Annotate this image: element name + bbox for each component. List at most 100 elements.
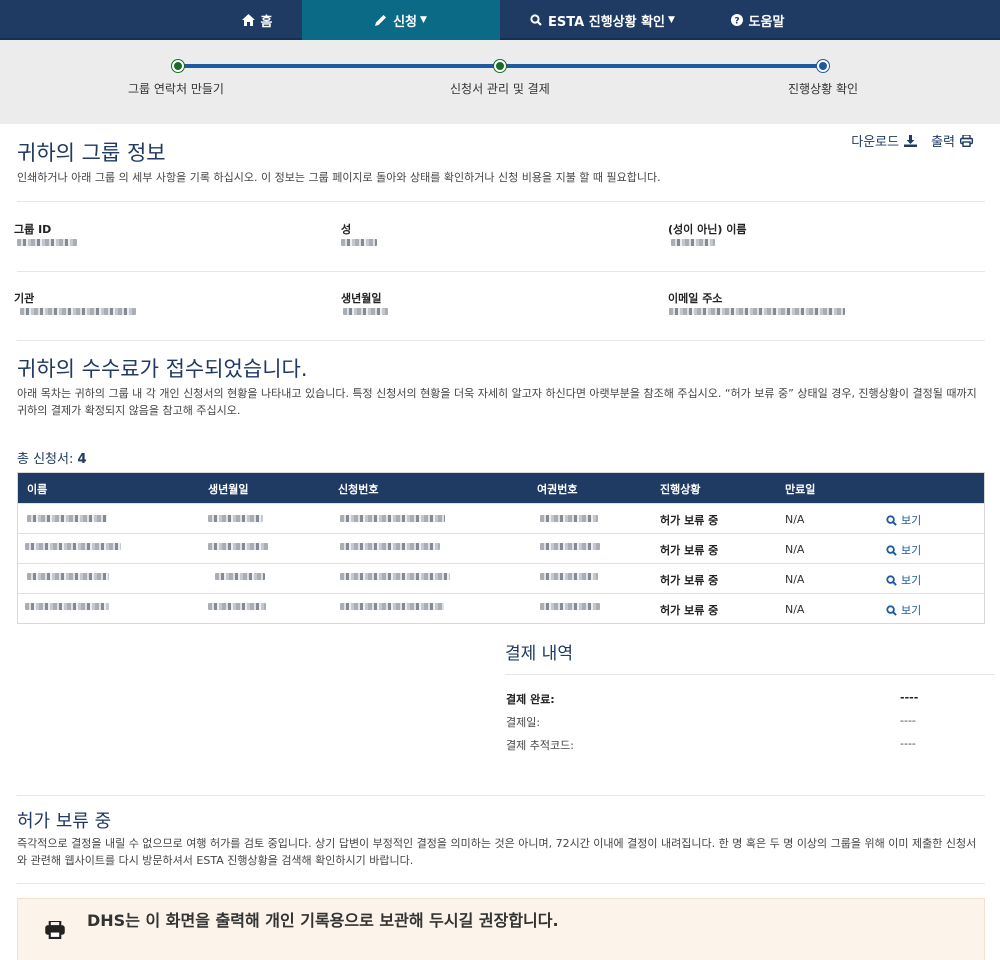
chevron-down-icon: ▼ <box>668 15 675 25</box>
pending-description: 즉각적으로 결정을 내릴 수 없으므로 여행 허가를 검토 중입니다. 상기 답… <box>17 837 977 867</box>
column-name: 이름 <box>27 483 48 496</box>
step-1-label: 그룹 연락처 만들기 <box>128 82 224 96</box>
chevron-down-icon: ▼ <box>420 15 427 25</box>
birth-date-redacted <box>208 603 266 610</box>
total-applications: 총 신청서: 4 <box>17 448 87 467</box>
name-redacted <box>25 603 109 610</box>
divider <box>17 201 985 202</box>
step-2-dot <box>494 60 506 72</box>
view-label: 보기 <box>901 604 922 617</box>
divider <box>17 795 985 796</box>
passport-number-redacted <box>540 573 598 580</box>
organization-value-redacted <box>20 308 136 315</box>
notice-text: DHS는 이 화면을 출력해 개인 기록용으로 보관해 두시길 권장합니다. <box>87 911 559 930</box>
group-info-title: 귀하의 그룹 정보 <box>17 141 166 165</box>
payment-tracking-value: ---- <box>900 737 916 750</box>
column-expiry: 만료일 <box>785 483 816 496</box>
payment-completed-value: ---- <box>900 691 919 704</box>
table-row: 허가 보류 중 N/A 보기 <box>18 503 984 533</box>
printer-icon <box>45 921 65 939</box>
nav-home[interactable]: 홈 <box>212 0 302 40</box>
search-icon <box>886 514 897 526</box>
payment-title: 결제 내역 <box>505 644 573 664</box>
divider <box>17 271 985 272</box>
view-label: 보기 <box>901 544 922 557</box>
printer-icon <box>960 134 973 147</box>
group-id-value-redacted <box>17 239 77 246</box>
step-1-dot <box>172 60 184 72</box>
nav-help[interactable]: ? 도움말 <box>710 0 805 40</box>
application-number-redacted <box>340 543 440 550</box>
birth-date-label: 생년월일 <box>341 292 382 305</box>
view-label: 보기 <box>901 574 922 587</box>
column-birth-date: 생년월일 <box>208 483 249 496</box>
column-application-number: 신청번호 <box>338 483 379 496</box>
payment-date-value: ---- <box>900 714 916 727</box>
passport-number-redacted <box>540 515 598 522</box>
total-count: 4 <box>77 452 87 467</box>
organization-label: 기관 <box>14 292 35 305</box>
expiry-value: N/A <box>785 573 805 586</box>
search-icon <box>886 574 897 586</box>
column-passport-number: 여권번호 <box>537 483 578 496</box>
view-link[interactable]: 보기 <box>886 602 921 618</box>
table-row: 허가 보류 중 N/A 보기 <box>18 563 984 593</box>
given-name-value-redacted <box>671 239 715 246</box>
download-link[interactable]: 다운로드 <box>851 131 918 150</box>
svg-text:?: ? <box>734 17 739 27</box>
progress-tracker: 그룹 연락처 만들기 신청서 관리 및 결제 진행상황 확인 <box>0 40 1000 124</box>
pencil-icon <box>375 15 387 26</box>
step-2-label: 신청서 관리 및 결제 <box>450 82 550 96</box>
fee-received-title: 귀하의 수수료가 접수되었습니다. <box>17 357 308 381</box>
search-icon <box>886 604 897 616</box>
status-badge: 허가 보류 중 <box>660 544 719 557</box>
birth-date-redacted <box>208 515 263 522</box>
step-3-dot <box>817 60 829 72</box>
payment-date-label: 결제일: <box>506 716 541 729</box>
email-label: 이메일 주소 <box>668 292 723 305</box>
birth-date-redacted <box>208 543 268 550</box>
divider <box>17 883 985 884</box>
view-link[interactable]: 보기 <box>886 542 921 558</box>
nav-check-status-label: ESTA 진행상황 확인 <box>548 14 666 30</box>
expiry-value: N/A <box>785 513 805 526</box>
search-icon <box>886 544 897 556</box>
table-header: 이름 생년월일 신청번호 여권번호 진행상황 만료일 <box>18 473 984 503</box>
divider <box>17 340 985 341</box>
print-link[interactable]: 출력 <box>931 131 973 150</box>
print-label: 출력 <box>931 135 955 150</box>
view-link[interactable]: 보기 <box>886 512 921 528</box>
application-number-redacted <box>340 603 444 610</box>
passport-number-redacted <box>540 603 600 610</box>
given-name-label: (성이 아닌) 이름 <box>668 223 747 236</box>
nav-apply[interactable]: 신청 ▼ <box>302 0 500 40</box>
print-notice: DHS는 이 화면을 출력해 개인 기록용으로 보관해 두시길 권장합니다. <box>17 898 985 960</box>
nav-help-label: 도움말 <box>748 14 785 30</box>
expiry-value: N/A <box>785 543 805 556</box>
group-info-description: 인쇄하거나 아래 그룹 의 세부 사항을 기록 하십시오. 이 정보는 그룹 페… <box>17 171 661 184</box>
question-icon: ? <box>730 14 743 27</box>
application-number-redacted <box>340 515 445 522</box>
nav-home-label: 홈 <box>260 14 273 30</box>
applications-table: 이름 생년월일 신청번호 여권번호 진행상황 만료일 허가 보류 중 N/A 보… <box>17 472 985 624</box>
pending-title: 허가 보류 중 <box>17 811 112 832</box>
fee-received-description: 아래 목차는 귀하의 그룹 내 각 개인 신청서의 현황을 나타내고 있습니다.… <box>17 387 977 417</box>
view-label: 보기 <box>901 514 922 527</box>
name-redacted <box>25 543 121 550</box>
column-status: 진행상황 <box>660 483 701 496</box>
surname-label: 성 <box>341 223 352 236</box>
name-redacted <box>27 573 109 580</box>
download-icon <box>904 134 918 147</box>
group-id-label: 그룹 ID <box>14 223 52 236</box>
table-row: 허가 보류 중 N/A 보기 <box>18 593 984 623</box>
nav-apply-label: 신청 <box>393 14 417 30</box>
surname-value-redacted <box>341 239 377 246</box>
download-label: 다운로드 <box>851 135 900 150</box>
table-row: 허가 보류 중 N/A 보기 <box>18 533 984 563</box>
nav-check-status[interactable]: ESTA 진행상황 확인 ▼ <box>505 0 700 40</box>
expiry-value: N/A <box>785 603 805 616</box>
download-print-actions: 다운로드 출력 <box>851 131 973 150</box>
name-redacted <box>27 515 107 522</box>
view-link[interactable]: 보기 <box>886 572 921 588</box>
top-navigation: 홈 신청 ▼ ESTA 진행상황 확인 ▼ ? 도움말 <box>0 0 1000 40</box>
